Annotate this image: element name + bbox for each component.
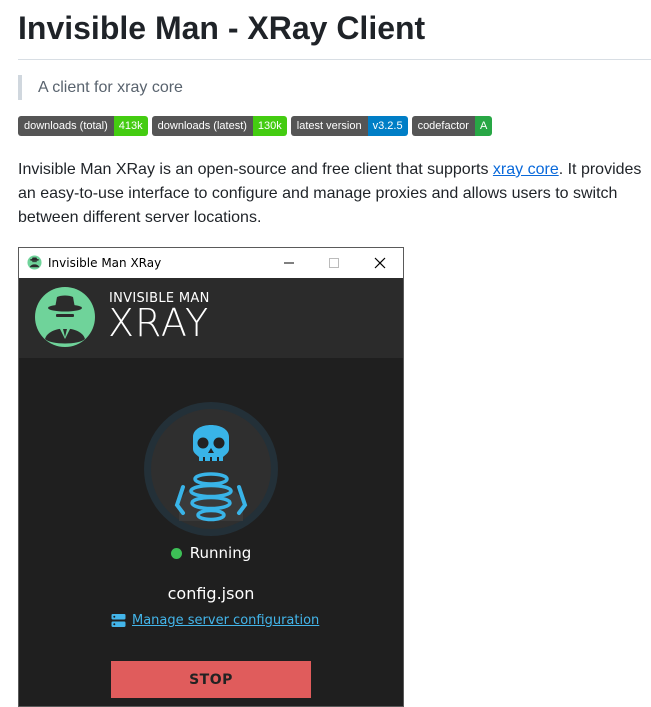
- badge-value: v3.2.5: [367, 116, 408, 136]
- badge-value: 130k: [252, 116, 287, 136]
- minimize-button[interactable]: [267, 248, 311, 278]
- badge-label: downloads (total): [18, 116, 114, 136]
- xray-core-link[interactable]: xray core: [493, 161, 559, 178]
- intro-text-start: Invisible Man XRay is an open-source and…: [18, 161, 493, 178]
- badge-downloads-total[interactable]: downloads (total) 413k: [18, 116, 148, 136]
- badge-row: downloads (total) 413k downloads (latest…: [18, 116, 493, 136]
- app-brand-title: XRAY: [108, 301, 210, 345]
- blockquote-tagline: A client for xray core: [18, 75, 618, 100]
- maximize-button[interactable]: [312, 248, 356, 278]
- app-logo-icon: [27, 255, 42, 270]
- badge-value: A: [474, 116, 493, 136]
- app-body: Running config.json Manage server config…: [19, 358, 403, 706]
- config-filename: config.json: [167, 584, 255, 603]
- window-title: Invisible Man XRay: [48, 256, 162, 270]
- close-button[interactable]: [358, 248, 402, 278]
- app-header: INVISIBLE MAN XRAY: [19, 278, 403, 358]
- invisible-man-logo-icon: [35, 287, 95, 347]
- manage-server-config-link[interactable]: Manage server configuration: [111, 613, 319, 628]
- page-title: Invisible Man - XRay Client: [18, 10, 426, 46]
- status-dot-icon: [170, 547, 182, 559]
- server-icon: [111, 614, 126, 627]
- window-titlebar: Invisible Man XRay: [19, 248, 403, 278]
- maximize-icon: [329, 258, 339, 268]
- manage-link-text[interactable]: Manage server configuration: [132, 613, 319, 628]
- badge-label: latest version: [290, 116, 368, 136]
- app-screenshot-window: Invisible Man XRay INVISIBLE MAN XRAY Ru…: [18, 247, 404, 707]
- badge-codefactor[interactable]: codefactor A: [411, 116, 493, 136]
- badge-latest-version[interactable]: latest version v3.2.5: [290, 116, 408, 136]
- badge-downloads-latest[interactable]: downloads (latest) 130k: [151, 116, 287, 136]
- status-text: Running: [189, 544, 252, 562]
- badge-value: 413k: [113, 116, 148, 136]
- badge-label: codefactor: [411, 116, 475, 136]
- badge-label: downloads (latest): [151, 116, 253, 136]
- title-divider: [18, 59, 651, 60]
- stop-button[interactable]: STOP: [111, 661, 311, 698]
- close-icon: [374, 257, 386, 269]
- skeleton-status-icon[interactable]: [143, 401, 279, 537]
- minimize-icon: [284, 262, 294, 264]
- intro-paragraph: Invisible Man XRay is an open-source and…: [18, 158, 648, 230]
- connection-status: Running: [19, 544, 403, 562]
